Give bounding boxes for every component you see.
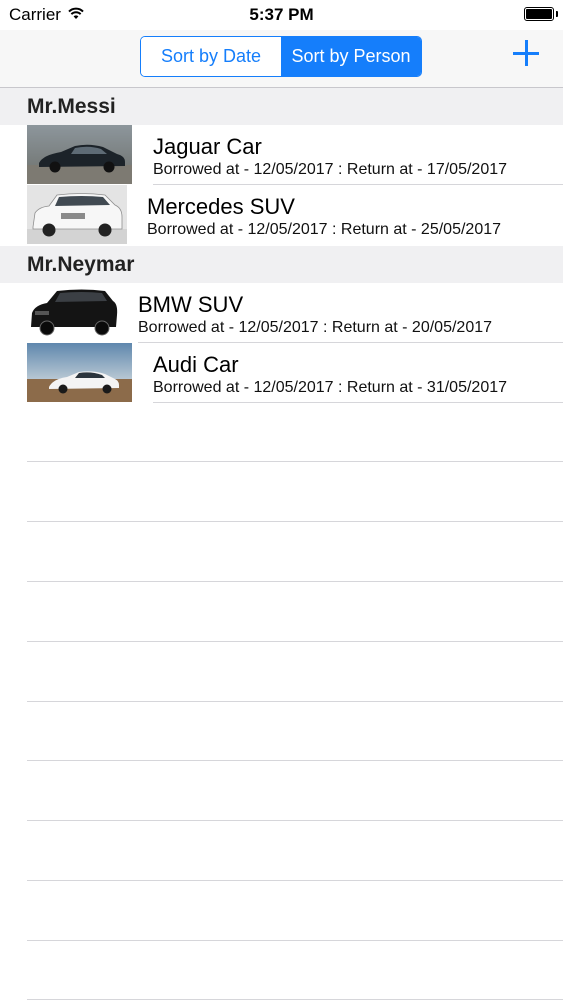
row-title: Audi Car	[153, 352, 239, 377]
sort-segmented-control[interactable]: Sort by Date Sort by Person	[140, 36, 422, 77]
empty-row-separator	[27, 581, 563, 582]
status-bar: Carrier 5:37 PM	[0, 0, 563, 30]
list-item[interactable]: Audi Car Borrowed at - 12/05/2017 : Retu…	[0, 343, 563, 403]
white-suv-image	[27, 185, 127, 244]
clock: 5:37 PM	[249, 5, 314, 24]
row-subtitle: Borrowed at - 12/05/2017 : Return at - 1…	[153, 161, 508, 178]
section-header: Mr.Messi	[0, 88, 563, 125]
battery-tip	[556, 11, 558, 17]
row-title: BMW SUV	[138, 292, 244, 317]
battery-icon	[524, 7, 554, 21]
row-subtitle: Borrowed at - 12/05/2017 : Return at - 3…	[153, 379, 508, 396]
row-title: Jaguar Car	[153, 134, 262, 159]
list-item[interactable]: BMW SUV Borrowed at - 12/05/2017 : Retur…	[0, 283, 563, 343]
sort-by-person-segment[interactable]: Sort by Person	[281, 37, 421, 76]
list-item[interactable]: Jaguar Car Borrowed at - 12/05/2017 : Re…	[0, 125, 563, 185]
empty-row-separator	[27, 940, 563, 941]
white-sportback-image	[27, 343, 132, 402]
navigation-bar: Sort by Date Sort by Person	[0, 30, 563, 88]
empty-row-separator	[27, 820, 563, 821]
empty-row-separator	[27, 880, 563, 881]
row-separator	[153, 402, 563, 403]
empty-row-separator	[27, 641, 563, 642]
row-title: Mercedes SUV	[147, 194, 295, 219]
empty-row-separator	[27, 760, 563, 761]
row-subtitle: Borrowed at - 12/05/2017 : Return at - 2…	[147, 221, 502, 238]
empty-row-separator	[27, 701, 563, 702]
sort-by-date-segment[interactable]: Sort by Date	[141, 37, 281, 76]
plus-icon[interactable]	[513, 40, 539, 66]
section-header-label: Mr.Neymar	[27, 253, 135, 276]
empty-row-separator	[27, 461, 563, 462]
section-header-label: Mr.Messi	[27, 95, 116, 118]
list-item[interactable]: Mercedes SUV Borrowed at - 12/05/2017 : …	[0, 185, 563, 245]
black-suv-image	[27, 283, 122, 342]
section-header: Mr.Neymar	[0, 246, 563, 283]
dark-sedan-image	[27, 125, 132, 184]
row-subtitle: Borrowed at - 12/05/2017 : Return at - 2…	[138, 319, 493, 336]
empty-row-separator	[27, 521, 563, 522]
